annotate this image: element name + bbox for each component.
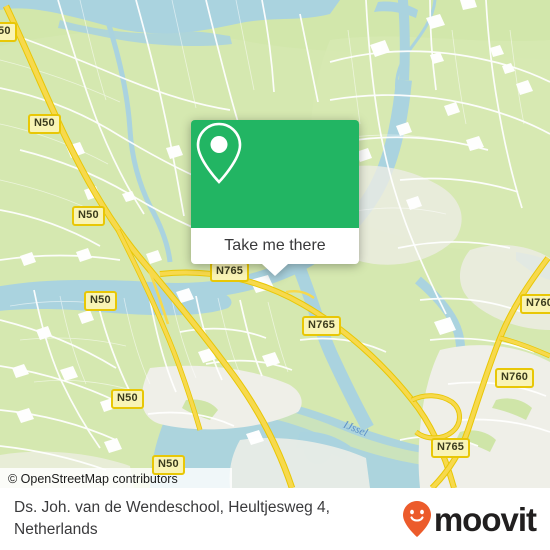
place-name-label: Ds. Joh. van de Wendeschool, Heultjesweg… — [14, 499, 330, 538]
take-me-there-label: Take me there — [224, 237, 326, 254]
map-attribution: © OpenStreetMap contributors — [0, 468, 232, 488]
map-pin-icon — [196, 122, 242, 184]
take-me-there-button[interactable]: Take me there — [191, 228, 359, 276]
road-shield-n50-2[interactable]: N50 — [28, 114, 61, 134]
road-shield-n50-4[interactable]: N50 — [84, 291, 117, 311]
road-shield-n50-3[interactable]: N50 — [72, 206, 105, 226]
location-callout-card[interactable]: Take me there — [191, 120, 359, 276]
callout-header — [191, 120, 359, 228]
road-shield-n50-6[interactable]: N50 — [152, 455, 185, 475]
road-shield-n50-5[interactable]: N50 — [111, 389, 144, 409]
road-shield-n760-2[interactable]: N760 — [495, 368, 535, 388]
moovit-brand-logo[interactable]: moovit — [402, 500, 537, 538]
callout-pointer-icon — [262, 264, 288, 276]
moovit-pin-smiley-icon — [402, 501, 431, 537]
moovit-wordmark: moovit — [433, 500, 537, 538]
road-shield-n765-3[interactable]: N765 — [431, 438, 471, 458]
road-shield-n50-1[interactable]: 50 — [0, 22, 17, 42]
road-shield-n765-2[interactable]: N765 — [302, 316, 342, 336]
road-shield-n760-1[interactable]: N760 — [520, 294, 550, 314]
map-canvas[interactable]: © OpenStreetMap contributors 50 N50 N50 … — [0, 0, 550, 488]
moovit-map-screenshot: © OpenStreetMap contributors 50 N50 N50 … — [0, 0, 550, 550]
location-info-bar: Ds. Joh. van de Wendeschool, Heultjesweg… — [0, 488, 550, 550]
road-shield-n765-1[interactable]: N765 — [210, 262, 250, 282]
urban-area-east — [418, 345, 550, 488]
